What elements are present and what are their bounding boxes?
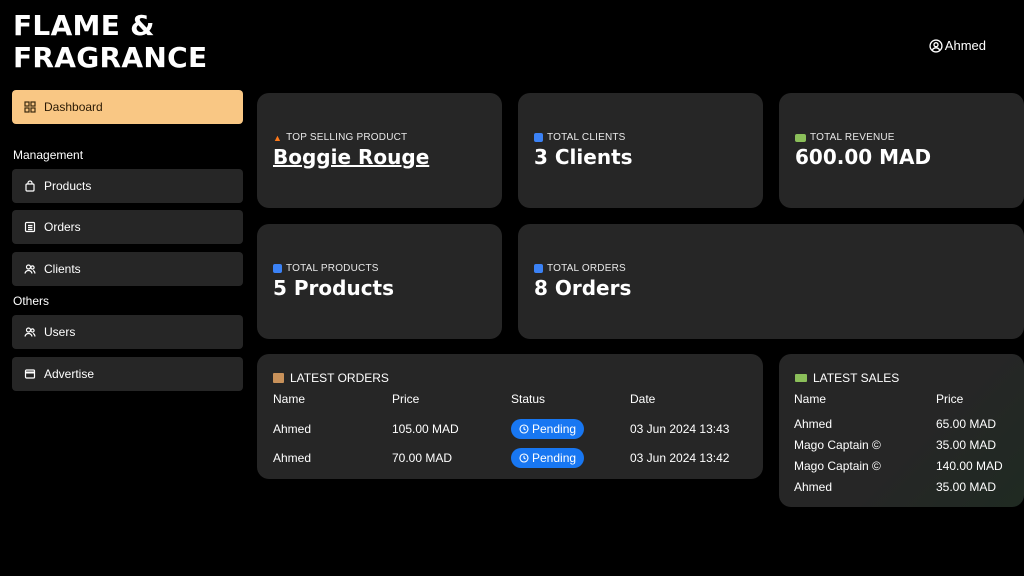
sidebar-item-label: Users xyxy=(44,325,76,339)
sale-price: 35.00 MAD xyxy=(936,479,997,494)
total-revenue-value: 600.00 MAD xyxy=(795,145,932,169)
stat-label: TOTAL ORDERS xyxy=(534,263,626,274)
table-row: Ahmed 70.00 MAD Pending 03 Jun 2024 13:4… xyxy=(273,443,750,472)
clock-icon xyxy=(519,452,529,463)
sidebar-item-label: Dashboard xyxy=(44,100,103,114)
column-header-name: Name xyxy=(273,392,306,406)
brand-logo: FLAME & FRAGRANCE xyxy=(13,10,207,74)
table-row: Ahmed 35.00 MAD xyxy=(794,476,1016,497)
total-products-value: 5 Products xyxy=(273,276,395,300)
stat-label: TOTAL REVENUE xyxy=(795,132,895,143)
table-header-row: Name Price xyxy=(794,392,1016,406)
sale-name: Ahmed xyxy=(794,416,833,431)
sidebar-item-orders[interactable]: Orders xyxy=(12,210,243,244)
column-header-price: Price xyxy=(936,392,964,406)
total-clients-value: 3 Clients xyxy=(534,145,633,169)
stat-label: ▲ TOP SELLING PRODUCT xyxy=(273,132,408,143)
latest-orders-panel: LATEST ORDERS Name Price Status Date Ahm… xyxy=(257,354,763,479)
user-circle-icon xyxy=(929,38,943,53)
stat-label: TOTAL PRODUCTS xyxy=(273,263,379,274)
list-box-icon xyxy=(24,221,36,233)
sale-name: Mago Captain © xyxy=(794,437,881,452)
brand-line-1: FLAME & xyxy=(13,9,155,42)
section-label-others: Others xyxy=(13,294,50,308)
sale-name: Ahmed xyxy=(794,479,833,494)
order-price: 70.00 MAD xyxy=(392,450,453,465)
status-badge[interactable]: Pending xyxy=(511,447,585,468)
table-row: Mago Captain © 35.00 MAD xyxy=(794,434,1016,455)
card-total-products: TOTAL PRODUCTS 5 Products xyxy=(257,224,502,339)
order-name: Ahmed xyxy=(273,450,312,465)
user-menu[interactable]: Ahmed xyxy=(929,38,986,53)
sale-price: 35.00 MAD xyxy=(936,437,997,452)
sales-table: Name Price Ahmed 65.00 MAD Mago Captain … xyxy=(794,392,1016,497)
clients-chart-icon xyxy=(534,133,543,142)
sidebar-item-label: Advertise xyxy=(44,367,95,381)
shopping-bag-icon xyxy=(25,180,35,192)
sidebar-item-label: Clients xyxy=(44,262,81,276)
sidebar-item-label: Products xyxy=(44,179,92,193)
clock-icon xyxy=(519,423,529,434)
users-icon xyxy=(24,264,36,274)
sidebar-item-clients[interactable]: Clients xyxy=(12,252,243,286)
column-header-date: Date xyxy=(630,392,656,406)
card-total-clients: TOTAL CLIENTS 3 Clients xyxy=(518,93,763,208)
dashboard-grid-icon xyxy=(24,101,36,113)
window-icon xyxy=(24,369,36,379)
sale-name: Mago Captain © xyxy=(794,458,881,473)
column-header-status: Status xyxy=(511,392,546,406)
user-name: Ahmed xyxy=(944,38,986,53)
section-label-management: Management xyxy=(13,148,84,162)
card-total-revenue: TOTAL REVENUE 600.00 MAD xyxy=(779,93,1024,208)
sidebar-item-users[interactable]: Users xyxy=(12,315,243,349)
users-icon xyxy=(24,327,36,337)
top-product-link[interactable]: Boggie Rouge xyxy=(273,145,429,169)
panel-title: LATEST SALES xyxy=(795,371,899,385)
order-name: Ahmed xyxy=(273,421,312,436)
sidebar-item-advertise[interactable]: Advertise xyxy=(12,357,243,391)
money-icon xyxy=(795,133,806,142)
package-icon xyxy=(273,373,284,383)
panel-title: LATEST ORDERS xyxy=(273,371,389,385)
column-header-name: Name xyxy=(794,392,827,406)
brand-line-2: FRAGRANCE xyxy=(13,41,208,74)
card-top-selling-product: ▲ TOP SELLING PRODUCT Boggie Rouge xyxy=(257,93,502,208)
status-badge[interactable]: Pending xyxy=(511,418,585,439)
orders-table: Name Price Status Date Ahmed 105.00 MAD … xyxy=(273,392,750,472)
card-total-orders: TOTAL ORDERS 8 Orders xyxy=(518,224,1024,339)
table-header-row: Name Price Status Date xyxy=(273,392,750,406)
orders-chart-icon xyxy=(534,264,543,273)
sidebar-item-dashboard[interactable]: Dashboard xyxy=(12,90,243,124)
money-icon xyxy=(795,374,807,382)
sidebar-item-products[interactable]: Products xyxy=(12,169,243,203)
total-orders-value: 8 Orders xyxy=(534,276,632,300)
sale-price: 65.00 MAD xyxy=(936,416,997,431)
stat-label: TOTAL CLIENTS xyxy=(534,132,626,143)
table-row: Ahmed 105.00 MAD Pending 03 Jun 2024 13:… xyxy=(273,414,750,443)
order-price: 105.00 MAD xyxy=(392,421,459,436)
column-header-price: Price xyxy=(392,392,420,406)
fire-icon: ▲ xyxy=(273,132,283,143)
dashboard-page: FLAME & FRAGRANCE Ahmed Dashboard Manage… xyxy=(0,0,1024,576)
order-date: 03 Jun 2024 13:43 xyxy=(630,421,730,436)
sidebar-item-label: Orders xyxy=(44,220,81,234)
sale-price: 140.00 MAD xyxy=(936,458,1003,473)
latest-sales-panel: LATEST SALES Name Price Ahmed 65.00 MAD … xyxy=(779,354,1024,507)
table-row: Mago Captain © 140.00 MAD xyxy=(794,455,1016,476)
table-row: Ahmed 65.00 MAD xyxy=(794,413,1016,434)
products-chart-icon xyxy=(273,264,282,273)
order-date: 03 Jun 2024 13:42 xyxy=(630,450,730,465)
